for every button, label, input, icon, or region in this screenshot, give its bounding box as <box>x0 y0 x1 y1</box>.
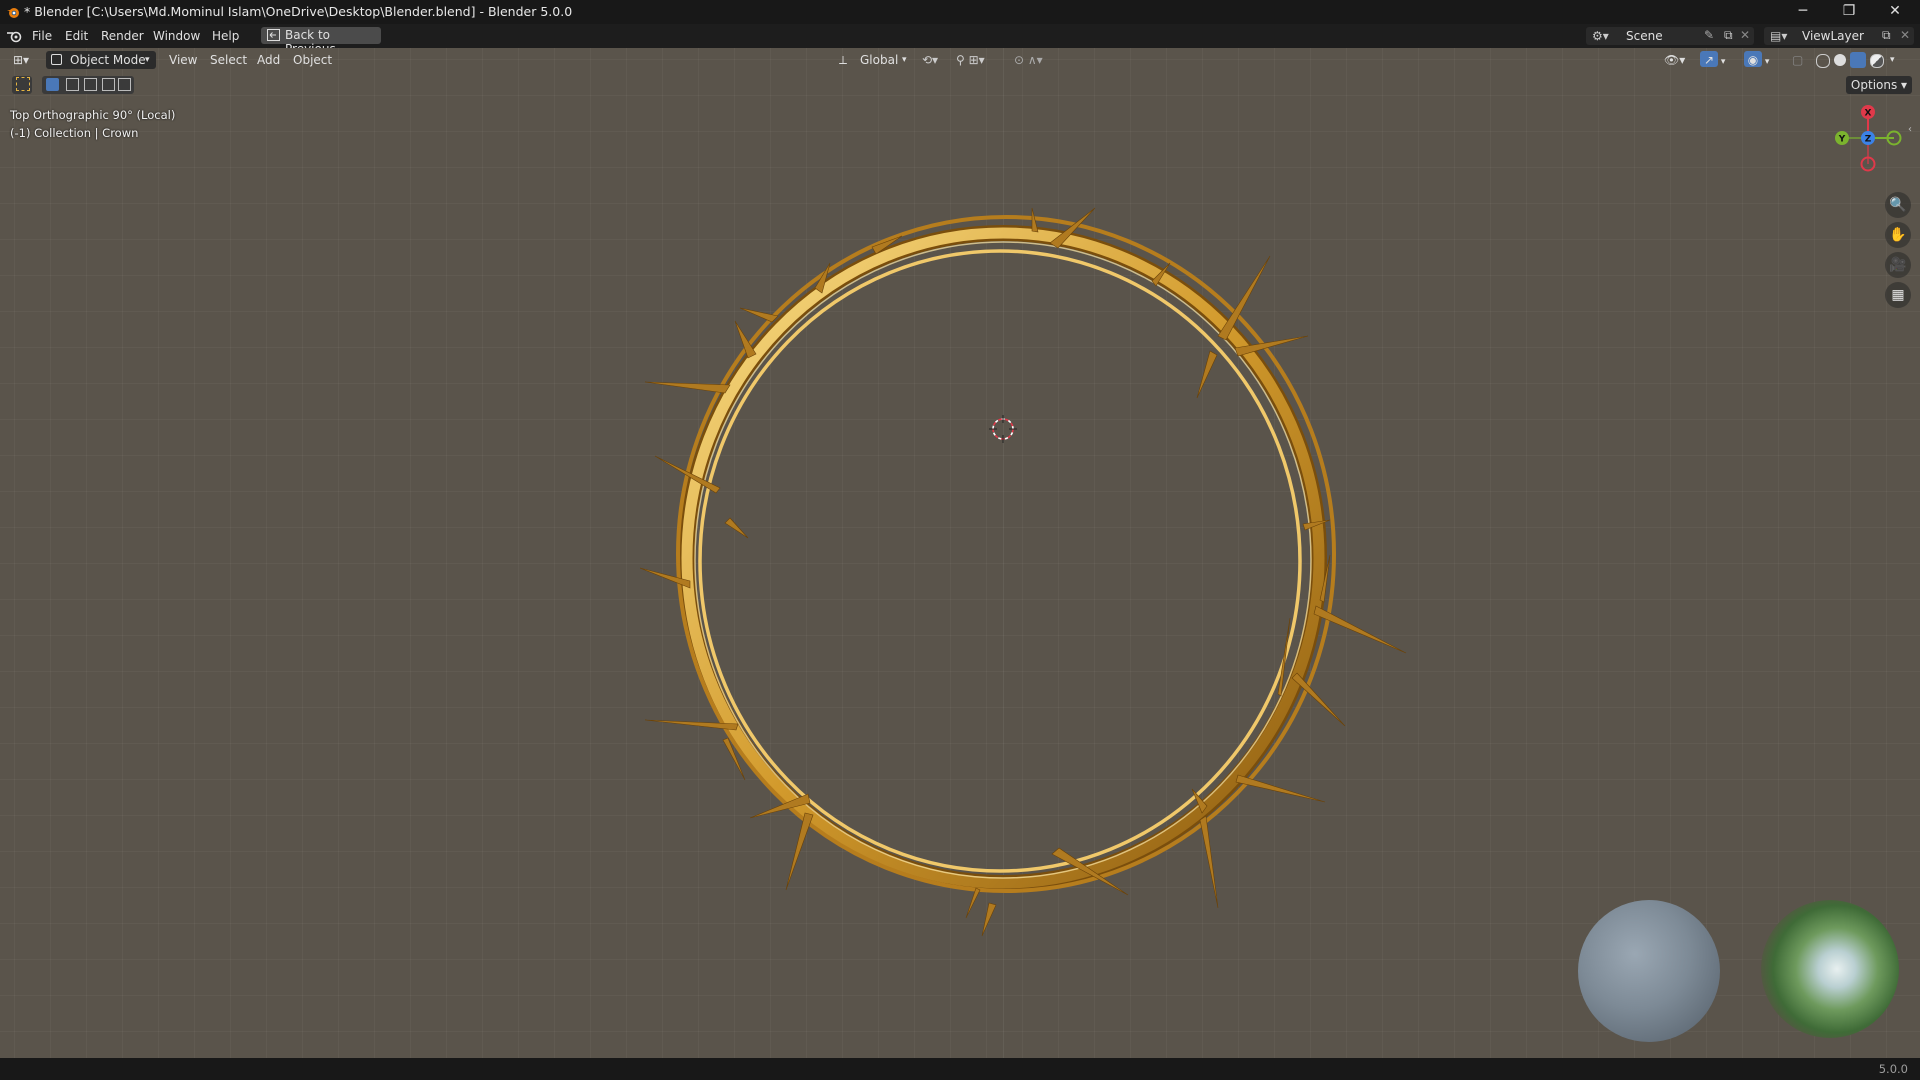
crown-of-thorns-model[interactable] <box>640 168 1420 968</box>
version-label: 5.0.0 <box>1878 1062 1908 1076</box>
options-dropdown[interactable]: Options ▾ <box>1846 76 1912 94</box>
navigation-gizmo[interactable]: X Y Z <box>1822 104 1902 180</box>
wireframe-shading-icon[interactable] <box>1816 54 1830 68</box>
pivot-point-button[interactable]: ⟲▾ <box>922 51 950 69</box>
chevron-down-icon: ▾ <box>902 55 907 65</box>
overlay-toggle-button[interactable]: ◉ ▾ <box>1744 51 1784 69</box>
menu-edit[interactable]: Edit <box>61 28 92 44</box>
window-title: * Blender [C:\Users\Md.Mominul Islam\One… <box>24 4 573 19</box>
remove-view-layer-icon[interactable]: ✕ <box>1900 28 1910 42</box>
blender-menu-icon[interactable] <box>6 29 22 43</box>
subtract-selection-icon[interactable] <box>84 78 97 91</box>
minimize-button[interactable]: ─ <box>1780 0 1826 24</box>
rendered-shading-icon[interactable] <box>1870 54 1884 68</box>
set-new-selection-icon[interactable] <box>46 78 59 91</box>
menu-file[interactable]: File <box>28 28 56 44</box>
mode-selector[interactable]: Object Mode ▾ <box>46 51 156 69</box>
snap-button[interactable]: ⚲ ⊞▾ <box>956 51 1006 69</box>
extend-selection-icon[interactable] <box>66 78 79 91</box>
viewport-header: ⊞▾ Object Mode ▾ View Select Add Object … <box>0 48 1920 72</box>
intersect-selection-icon[interactable] <box>118 78 131 91</box>
remove-scene-icon[interactable]: ✕ <box>1740 28 1750 42</box>
menu-window[interactable]: Window <box>149 28 204 44</box>
gizmo-x-label: X <box>1865 109 1872 119</box>
menu-view[interactable]: View <box>166 51 200 69</box>
sidebar-toggle-icon[interactable]: ‹ <box>1908 124 1912 135</box>
view-layer-name: ViewLayer <box>1802 29 1864 43</box>
material-preview-shading-icon[interactable] <box>1850 52 1866 68</box>
pan-hand-icon[interactable]: ✋ <box>1885 222 1911 248</box>
pivot-icon: ⟲▾ <box>922 53 939 67</box>
chevron-down-icon: ▾ <box>145 55 150 65</box>
back-to-previous-button[interactable]: Back to Previous <box>261 27 381 56</box>
editor-type-icon: ⊞▾ <box>13 53 30 67</box>
perspective-grid-icon[interactable]: ▦ <box>1885 282 1911 308</box>
select-cursor-icon <box>16 77 30 91</box>
gizmo-y-label: Y <box>1838 135 1846 145</box>
chevron-down-icon[interactable]: ▾ <box>1890 51 1895 69</box>
3d-cursor-icon[interactable] <box>988 414 1018 444</box>
scene-icon: ⚙▾ <box>1592 29 1609 43</box>
transform-orientation-label: Global <box>860 53 899 67</box>
menu-select[interactable]: Select <box>207 51 250 69</box>
top-bar: File Edit Render Window Help Back to Pre… <box>0 24 1920 56</box>
select-tool-button[interactable] <box>12 76 32 94</box>
menu-add[interactable]: Add <box>254 51 283 69</box>
xray-toggle-button[interactable]: ▢ <box>1792 51 1810 69</box>
transform-orientation-selector[interactable]: ⟂ Global ▾ <box>836 51 912 69</box>
invert-selection-icon[interactable] <box>102 78 115 91</box>
visibility-button[interactable]: 👁▾ <box>1664 51 1694 69</box>
gizmo-icon: ↗ <box>1700 51 1718 67</box>
snap-magnet-icon: ⚲ ⊞▾ <box>956 53 985 67</box>
menu-render[interactable]: Render <box>97 28 148 44</box>
menu-object[interactable]: Object <box>290 51 335 69</box>
orientation-axis-icon: ⟂ <box>839 53 848 67</box>
solid-shading-icon[interactable] <box>1834 54 1846 66</box>
options-label: Options <box>1850 78 1898 92</box>
proportional-edit-button[interactable]: ⊙ ∧▾ <box>1014 51 1062 69</box>
shading-mode-group: ▾ <box>1814 51 1912 69</box>
status-bar: 5.0.0 <box>0 1058 1920 1080</box>
new-view-layer-icon[interactable]: ⧉ <box>1882 28 1891 43</box>
blender-logo-icon <box>7 8 19 18</box>
zoom-icon[interactable]: 🔍 <box>1885 192 1911 218</box>
view-layer-icon: ▤▾ <box>1770 29 1788 43</box>
window-title-bar: * Blender [C:\Users\Md.Mominul Islam\One… <box>0 0 1920 24</box>
collection-info-label: (-1) Collection | Crown <box>10 126 139 140</box>
scene-selector[interactable]: ⚙▾ Scene ✎ ⧉ ✕ <box>1586 27 1754 45</box>
selection-mode-group <box>42 76 134 94</box>
xray-icon: ▢ <box>1792 53 1804 67</box>
3d-viewport[interactable]: ⊞▾ Object Mode ▾ View Select Add Object … <box>0 48 1920 1058</box>
hdri-world-preview[interactable] <box>1761 900 1899 1038</box>
gizmo-toggle-button[interactable]: ↗ ▾ <box>1700 51 1740 69</box>
gizmo-z-label: Z <box>1865 135 1872 145</box>
mode-label: Object Mode <box>70 53 146 67</box>
camera-view-icon[interactable]: 🎥 <box>1885 252 1911 278</box>
view-layer-selector[interactable]: ▤▾ ViewLayer ⧉ ✕ <box>1764 27 1914 45</box>
eye-icon: 👁▾ <box>1664 53 1686 67</box>
overlay-icon: ◉ <box>1744 51 1762 67</box>
proportional-edit-icon: ⊙ ∧▾ <box>1014 53 1043 67</box>
maximize-button[interactable]: ❐ <box>1826 0 1872 24</box>
menu-help[interactable]: Help <box>208 28 243 44</box>
new-scene-icon[interactable]: ⧉ <box>1724 28 1733 43</box>
object-mode-icon <box>51 54 62 65</box>
editor-type-button[interactable]: ⊞▾ <box>10 51 38 69</box>
screen-back-icon <box>267 29 280 41</box>
matcap-sphere-preview <box>1578 900 1720 1042</box>
scene-name: Scene <box>1626 29 1663 43</box>
pin-icon[interactable]: ✎ <box>1704 28 1714 42</box>
close-button[interactable]: ✕ <box>1872 0 1918 24</box>
view-name-label: Top Orthographic 90° (Local) <box>10 108 176 122</box>
